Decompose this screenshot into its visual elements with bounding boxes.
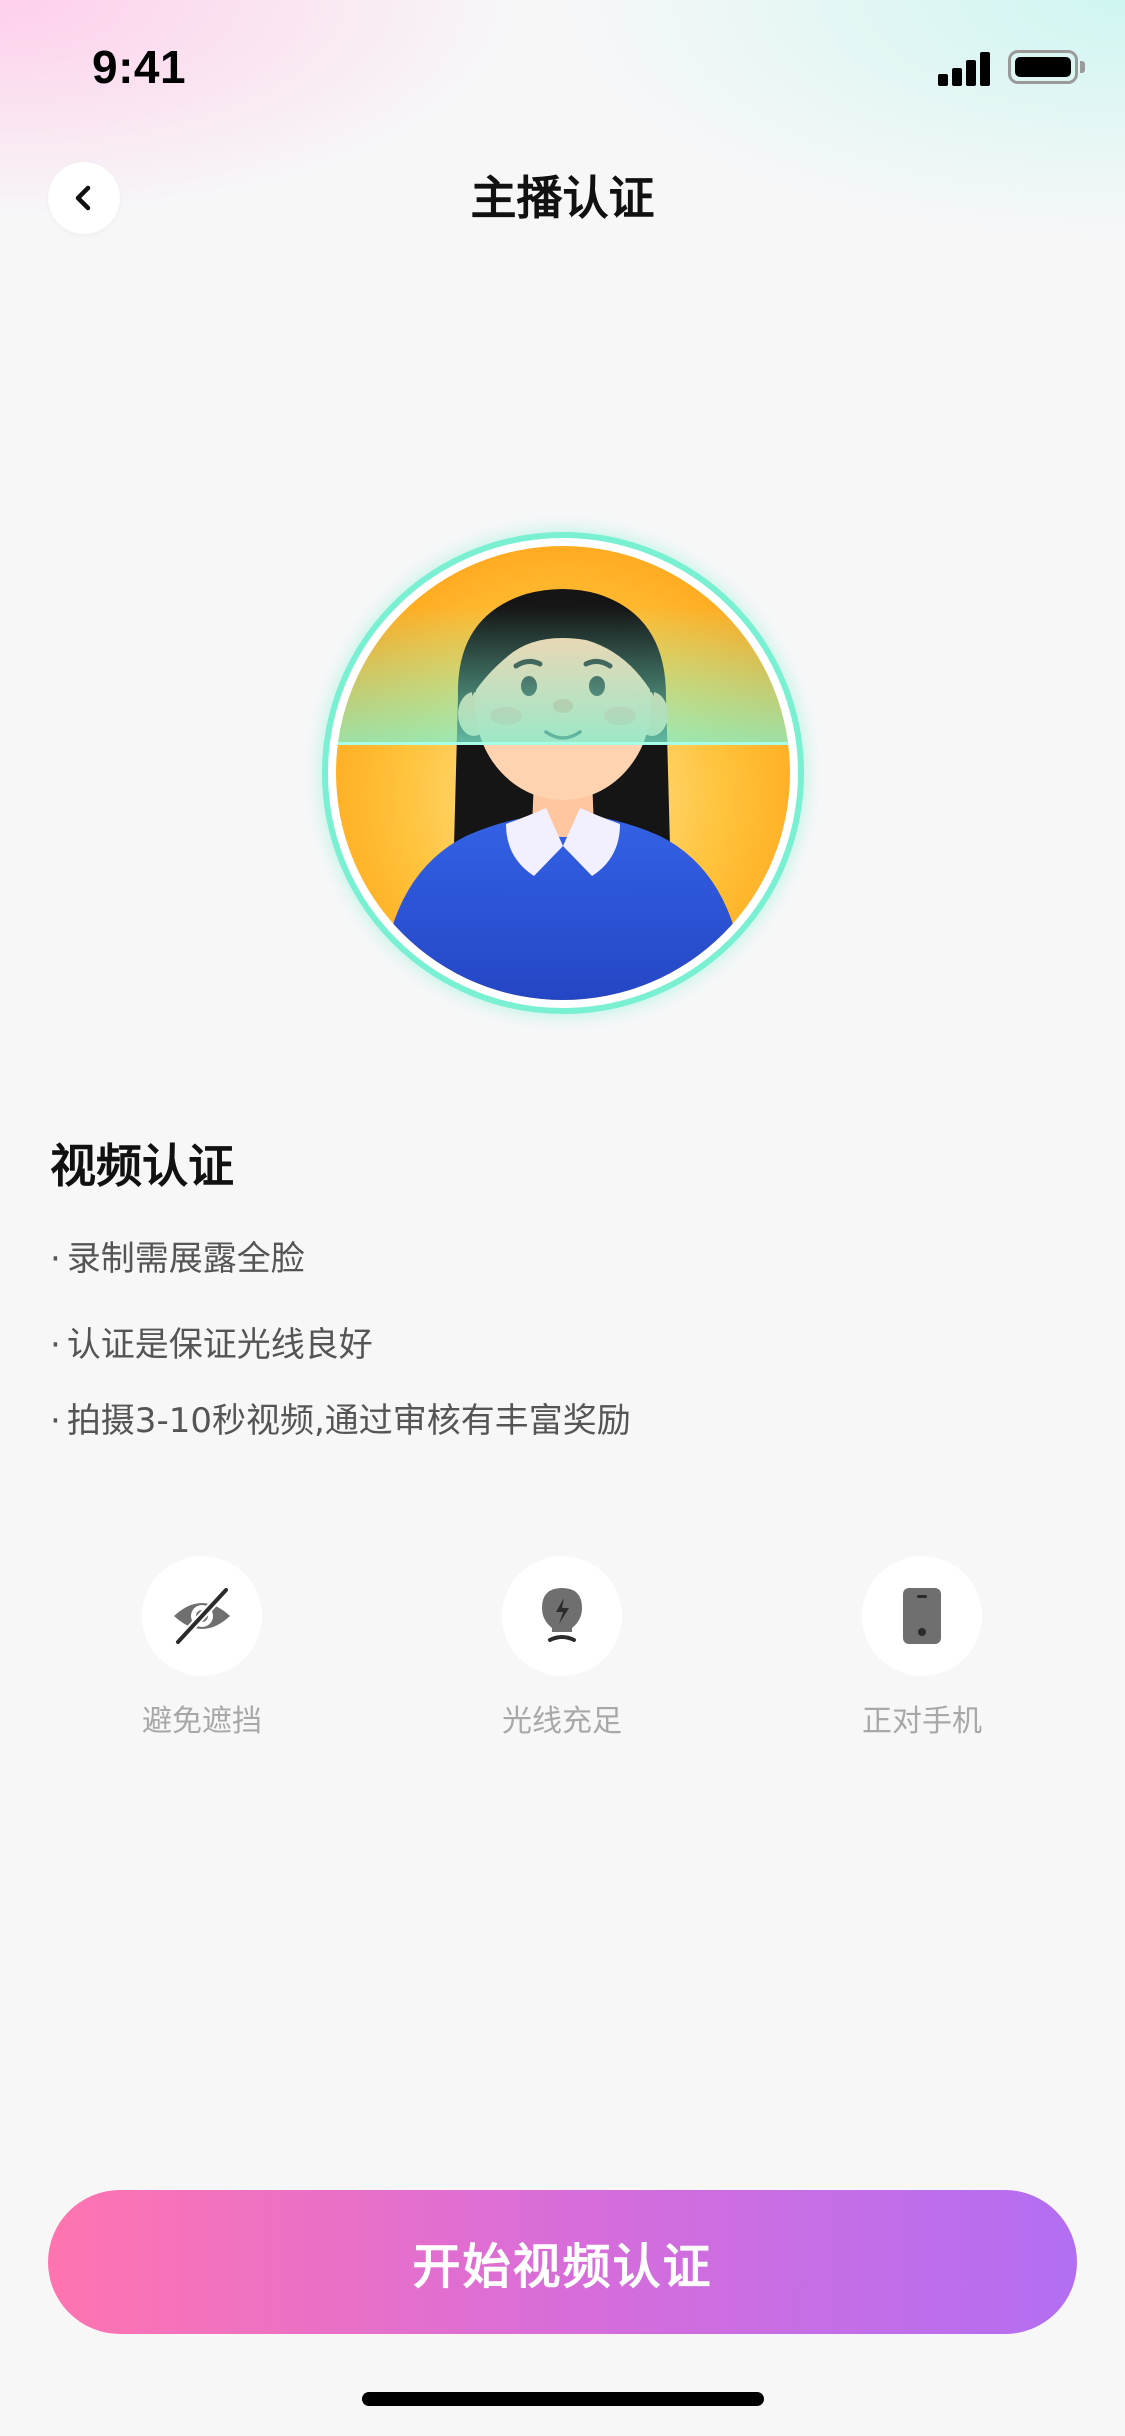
battery-cap: [1080, 61, 1085, 73]
feature-icon-circle: [142, 1556, 262, 1676]
tip-text: 录制需展露全脸: [66, 1239, 305, 1279]
start-video-verification-button[interactable]: 开始视频认证: [48, 2190, 1077, 2334]
phone-icon: [903, 1588, 941, 1644]
feature-icon-circle: [502, 1556, 622, 1676]
status-time: 9:41: [92, 41, 187, 93]
eye-slash-icon: [174, 1586, 230, 1646]
feature-avoid-occlusion: 避免遮挡: [92, 1556, 312, 1756]
section-title: 视频认证: [50, 1139, 234, 1193]
bullet: ·: [50, 1401, 61, 1441]
screen: 9:41 主播认证 视频认证 · 录制需展露全脸 · 认证是保证光线良好 · 拍…: [0, 0, 1125, 2436]
feature-face-phone: 正对手机: [812, 1556, 1032, 1756]
tip-text: 拍摄3-10秒视频,通过审核有丰富奖励: [66, 1401, 631, 1441]
tip-text: 认证是保证光线良好: [66, 1325, 373, 1365]
bullet: ·: [50, 1239, 61, 1279]
home-indicator: [362, 2392, 764, 2406]
page-title: 主播认证: [470, 171, 655, 225]
tip-item: · 拍摄3-10秒视频,通过审核有丰富奖励: [50, 1398, 631, 1444]
feature-label: 正对手机: [862, 1704, 982, 1739]
battery-icon: [1008, 50, 1078, 84]
feature-label: 避免遮挡: [142, 1704, 262, 1739]
feature-label: 光线充足: [502, 1704, 622, 1739]
tip-item: · 认证是保证光线良好: [50, 1322, 373, 1368]
avatar-illustration: [336, 546, 790, 1000]
cellular-signal-icon: [938, 52, 992, 86]
feature-enough-light: 光线充足: [452, 1556, 672, 1756]
lightbulb-icon: [542, 1588, 582, 1642]
tip-item: · 录制需展露全脸: [50, 1236, 305, 1282]
bullet: ·: [50, 1325, 61, 1365]
feature-icon-circle: [862, 1556, 982, 1676]
face-scan-frame: [322, 532, 804, 1014]
